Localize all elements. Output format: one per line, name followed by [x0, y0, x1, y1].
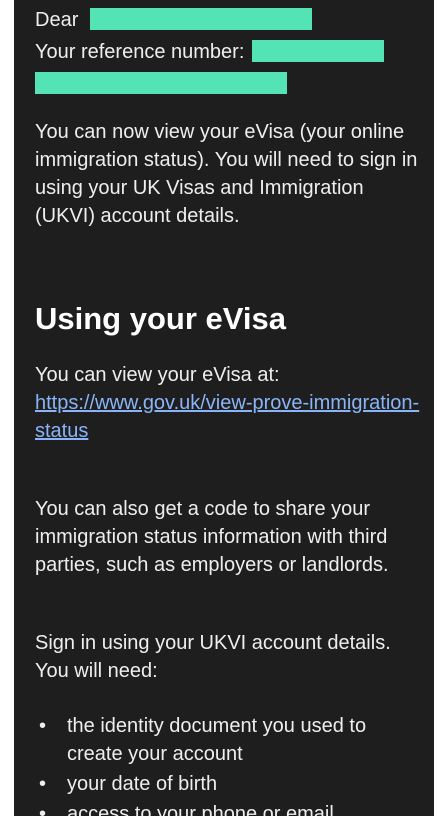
view-prove-status-link[interactable]: https://www.gov.uk/view-prove-immigratio…: [35, 389, 425, 445]
section-heading: Using your eVisa: [35, 301, 286, 336]
redacted-name: [90, 8, 313, 30]
view-paragraph: You can view your eVisa at: https://www.…: [35, 361, 425, 445]
dear-label: Dear: [35, 9, 79, 31]
requirement-text: the identity document you used to create…: [67, 715, 367, 765]
reference-line: Your reference number:: [35, 40, 385, 94]
requirements-list: • the identity document you used to crea…: [35, 712, 425, 816]
redacted-reference: [252, 40, 385, 62]
intro-paragraph: You can now view your eVisa (your online…: [35, 121, 418, 227]
requirement-text: access to your phone or email: [67, 803, 334, 816]
redacted-reference-continued: [35, 72, 287, 94]
greeting-line: Dear: [35, 8, 313, 32]
requirement-text: your date of birth: [67, 773, 218, 795]
reference-label: Your reference number:: [35, 41, 245, 63]
bullet-icon: •: [39, 803, 47, 816]
signin-paragraph: Sign in using your UKVI account details.…: [35, 632, 391, 682]
list-item: • your date of birth: [35, 770, 425, 798]
share-paragraph: You can also get a code to share your im…: [35, 498, 389, 576]
email-view: Dear Your reference number: You can now …: [14, 0, 434, 816]
bullet-icon: •: [39, 773, 47, 795]
list-item: • the identity document you used to crea…: [35, 712, 425, 768]
bullet-icon: •: [39, 715, 47, 737]
list-item: • access to your phone or email: [35, 800, 425, 816]
view-text: You can view your eVisa at:: [35, 364, 280, 386]
